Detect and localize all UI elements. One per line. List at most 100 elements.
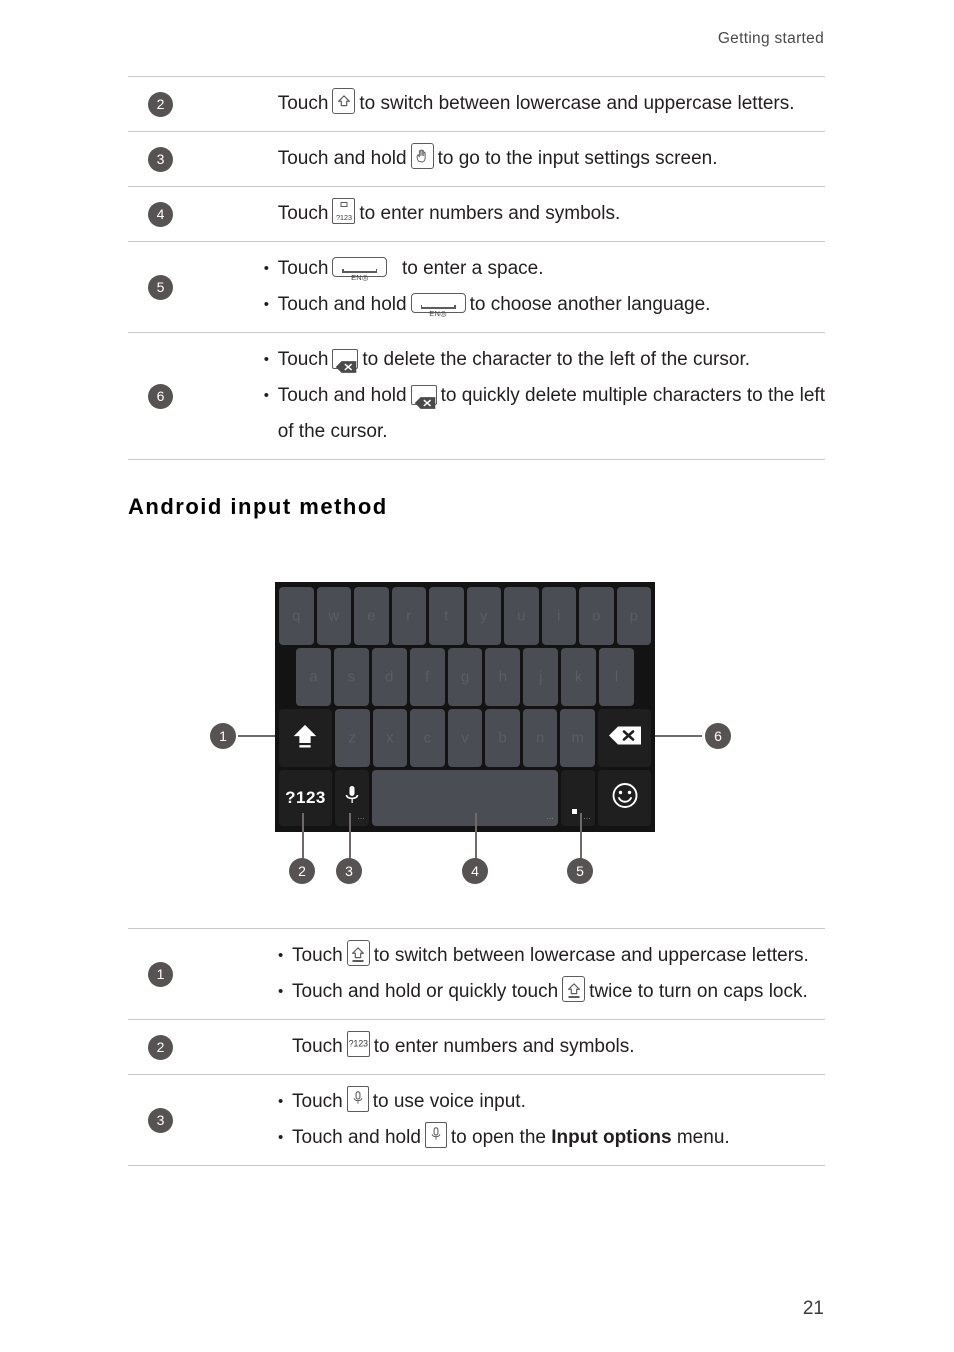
hand-key-icon <box>410 143 434 169</box>
key-label: z <box>348 729 357 747</box>
instruction-line: • Touch to switch between lowercase and up… <box>210 938 825 974</box>
key-z[interactable]: z <box>334 709 370 767</box>
figure-callout-4: 4 <box>462 858 488 884</box>
symbol-box-glyph <box>340 202 348 207</box>
instruction-post-text: to choose another language. <box>469 294 711 315</box>
shift-key-icon <box>562 976 586 1002</box>
instruction-pre-text: Touch and hold or quickly touch <box>292 981 559 1002</box>
key-p[interactable]: p <box>616 587 651 645</box>
callout-body-cell: • Touch to switch between lowercase and up… <box>210 929 825 1020</box>
keyboard-figure: 1 6 q w e r t y u i o p a s d f g h j k … <box>128 560 825 900</box>
page-header-breadcrumb: Getting started <box>717 30 824 47</box>
key-a[interactable]: a <box>296 648 331 706</box>
delete-key[interactable] <box>598 709 652 767</box>
key-i[interactable]: i <box>541 587 576 645</box>
instruction-pre-text: Touch <box>277 349 329 370</box>
instruction-line: • Touch to use voice input. <box>210 1084 825 1120</box>
instruction-line: • Touch and hold to open the Input options… <box>210 1120 825 1156</box>
key-label: o <box>592 607 601 625</box>
instruction-post-text: to switch between lowercase and uppercas… <box>373 945 809 966</box>
space-key-label: EN◎ <box>429 309 447 318</box>
key-more-dots: ⋯ <box>583 816 591 823</box>
callout-table-bottom: 1 • Touch to switch between lowercase and … <box>128 928 825 1166</box>
callout-badge: 2 <box>148 1034 173 1060</box>
instruction-post-text-a: to open the <box>450 1127 552 1148</box>
keyboard-row-4: ?123 ⋯ ⋯ ⋯ <box>279 770 651 826</box>
instruction-pre-text: Touch and hold <box>277 294 407 315</box>
microphone-key[interactable]: ⋯ <box>335 770 369 826</box>
callout-body-cell: • Touch to delete the character to the lef… <box>196 333 825 460</box>
key-t[interactable]: t <box>429 587 464 645</box>
callout-table-top: 2 Touch to switch between lowercase and u… <box>128 76 825 460</box>
key-s[interactable]: s <box>333 648 369 706</box>
instruction-pre-text: Touch and hold <box>292 1127 421 1148</box>
instruction-line: • Touch and hold or quickly touch twice to… <box>210 974 825 1010</box>
key-more-dots: ⋯ <box>357 816 365 823</box>
mic-key-icon <box>346 1086 369 1112</box>
key-y[interactable]: y <box>466 587 501 645</box>
document-page: Getting started 2 Touch to switch between… <box>0 0 954 1352</box>
callout-badge: 3 <box>148 1107 173 1133</box>
instruction-post-text: to enter numbers and symbols. <box>373 1036 635 1057</box>
period-key[interactable]: ⋯ <box>561 770 595 826</box>
key-label: w <box>328 607 340 625</box>
key-x[interactable]: x <box>372 709 408 767</box>
emoji-key[interactable] <box>598 770 651 826</box>
backspace-icon <box>608 726 642 751</box>
key-o[interactable]: o <box>579 587 614 645</box>
table-row: 6 • Touch to delete the character to the l… <box>128 332 825 460</box>
keyboard-row-3: z x c v b n m <box>278 709 652 767</box>
key-label: v <box>461 729 469 747</box>
key-u[interactable]: u <box>504 587 539 645</box>
key-e[interactable]: e <box>354 587 389 645</box>
callout-number-cell: 1 <box>128 929 210 1020</box>
key-d[interactable]: d <box>371 648 407 706</box>
delete-key-icon <box>332 349 359 373</box>
up-arrow-glyph <box>567 983 580 995</box>
bullet-glyph: • <box>278 1093 284 1110</box>
instruction-pre-text: Touch and hold <box>277 148 407 169</box>
key-w[interactable]: w <box>316 587 351 645</box>
shift-key-icon <box>332 88 356 114</box>
shift-key[interactable] <box>278 709 332 767</box>
space-tick-right <box>375 269 378 273</box>
space-key[interactable]: ⋯ <box>372 770 558 826</box>
instruction-post-text: to go to the input settings screen. <box>437 148 718 169</box>
callout-badge: 1 <box>148 961 173 987</box>
key-b[interactable]: b <box>485 709 520 767</box>
key-c[interactable]: c <box>410 709 445 767</box>
delete-glyph-wrap <box>414 388 435 409</box>
key-h[interactable]: h <box>485 648 521 706</box>
key-label: u <box>517 607 526 625</box>
key-m[interactable]: m <box>560 709 596 767</box>
space-key-icon: EN◎ <box>332 257 388 282</box>
bullet-glyph: • <box>278 983 284 1000</box>
callout-body-cell: Touch ?123 to enter numbers and symbols. <box>196 187 825 242</box>
instruction-line-continuation: of the cursor. <box>196 414 825 450</box>
symbols-key-icon: ?123 <box>332 198 356 224</box>
key-k[interactable]: k <box>561 648 597 706</box>
shift-key-icon <box>346 940 370 966</box>
key-n[interactable]: n <box>522 709 558 767</box>
key-l[interactable]: l <box>599 648 635 706</box>
key-g[interactable]: g <box>447 648 483 706</box>
key-v[interactable]: v <box>447 709 483 767</box>
up-arrow-glyph <box>337 95 350 107</box>
key-q[interactable]: q <box>279 587 314 645</box>
symbols-key[interactable]: ?123 <box>279 770 332 826</box>
bullet-glyph: • <box>278 1129 284 1146</box>
instruction-post-text: to switch between lowercase and uppercas… <box>359 93 795 114</box>
callout-badge: 4 <box>148 201 173 227</box>
table-row: 2 Touch ?123 to enter numbers and symbols. <box>128 1019 825 1075</box>
keyboard-row-1: q w e r t y u i o p <box>279 587 651 645</box>
callout-badge: 3 <box>148 146 173 172</box>
key-r[interactable]: r <box>391 587 426 645</box>
leader-line-4 <box>475 813 477 861</box>
key-f[interactable]: f <box>409 648 445 706</box>
instruction-pre-text: Touch <box>277 93 329 114</box>
callout-number-cell: 3 <box>128 1075 210 1166</box>
key-j[interactable]: j <box>523 648 559 706</box>
leader-line-2 <box>302 813 304 861</box>
delete-key-icon <box>410 385 437 409</box>
mic-key-icon <box>424 1122 447 1148</box>
